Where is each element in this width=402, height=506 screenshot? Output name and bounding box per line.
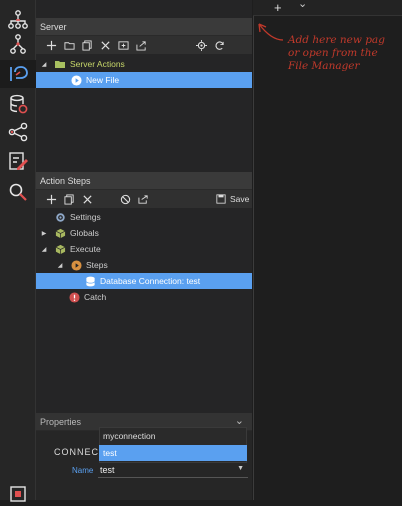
server-tree-empty — [36, 88, 252, 172]
tree-label: Server Actions — [70, 59, 125, 69]
tree-item-catch[interactable]: Catch — [36, 289, 252, 305]
tree-label: Settings — [70, 212, 101, 222]
tree-label: Globals — [70, 228, 99, 238]
play-icon — [70, 74, 82, 86]
import-icon[interactable] — [114, 36, 132, 54]
folder-open-icon — [54, 58, 66, 70]
save-button[interactable]: Save — [216, 190, 249, 208]
tree-label: Catch — [84, 292, 107, 302]
copy-step-icon[interactable] — [60, 190, 78, 208]
editor-area — [253, 0, 402, 500]
app-sidebar — [0, 0, 36, 502]
add-tab-icon[interactable]: + — [274, 0, 282, 15]
add-icon[interactable] — [42, 36, 60, 54]
steps-panel-title: Action Steps — [36, 172, 252, 190]
export-step-icon[interactable] — [134, 190, 152, 208]
server-toolbar — [36, 36, 252, 54]
editor-tab-strip: + ⌄ — [253, 0, 402, 16]
tree-item-execute[interactable]: ◢ Execute — [36, 241, 252, 257]
properties-label: Properties — [40, 417, 82, 427]
refresh-icon[interactable] — [210, 36, 228, 54]
chevron-down-icon[interactable]: ⌄ — [298, 0, 307, 12]
delete-step-icon[interactable] — [78, 190, 96, 208]
edit-icon[interactable] — [4, 147, 32, 175]
database-icon[interactable] — [4, 90, 32, 118]
routes-icon[interactable] — [4, 30, 32, 58]
caret-icon[interactable]: ▶ — [40, 230, 48, 237]
tree-label: Steps — [86, 260, 108, 270]
tree-item-server-actions[interactable]: ◢ Server Actions — [36, 56, 252, 72]
gear-icon — [54, 211, 66, 223]
copy-icon[interactable] — [78, 36, 96, 54]
name-select-value: test — [100, 465, 115, 475]
search-icon[interactable] — [4, 178, 32, 206]
hint-arrow-icon — [258, 23, 284, 41]
tree-item-settings[interactable]: Settings — [36, 209, 252, 225]
disable-step-icon[interactable] — [116, 190, 134, 208]
cube-icon — [54, 227, 66, 239]
dropdown-arrow-icon[interactable]: ▼ — [237, 465, 244, 472]
dropdown-option-myconnection[interactable]: myconnection — [99, 428, 247, 444]
bottom-icon[interactable] — [4, 478, 32, 506]
folder-icon[interactable] — [60, 36, 78, 54]
tree-label: Database Connection: test — [100, 276, 201, 286]
name-field-label: Name — [72, 466, 94, 475]
save-label: Save — [230, 194, 250, 204]
dropdown-option-test[interactable]: test — [99, 445, 247, 461]
error-icon — [68, 291, 80, 303]
database-small-icon — [84, 275, 96, 287]
tree-label: Execute — [70, 244, 101, 254]
panels-column: Server ◢ Server Actions New File Action … — [36, 0, 252, 500]
server-panel-title: Server — [36, 18, 252, 36]
add-step-icon[interactable] — [42, 190, 60, 208]
server-connect-icon[interactable] — [0, 60, 36, 88]
settings-gear-icon[interactable] — [192, 36, 210, 54]
steps-toolbar: Save — [36, 190, 252, 208]
save-icon — [216, 194, 226, 204]
name-select[interactable]: test ▼ — [98, 462, 248, 478]
tree-item-database-connection[interactable]: Database Connection: test — [36, 273, 252, 289]
caret-icon[interactable]: ◢ — [40, 61, 48, 68]
caret-icon[interactable]: ◢ — [40, 246, 48, 253]
delete-icon[interactable] — [96, 36, 114, 54]
tree-item-globals[interactable]: ▶ Globals — [36, 225, 252, 241]
connection-section-label: CONNECT — [54, 447, 106, 457]
hint-annotation: Add here new pag or open from the File M… — [288, 34, 385, 72]
caret-icon[interactable]: ◢ — [56, 262, 64, 269]
tree-label: New File — [86, 75, 120, 85]
play-circle-icon — [70, 259, 82, 271]
share-icon[interactable] — [4, 118, 32, 146]
tree-item-steps[interactable]: ◢ Steps — [36, 257, 252, 273]
export-icon[interactable] — [132, 36, 150, 54]
tree-item-new-file[interactable]: New File — [36, 72, 252, 88]
cube-icon — [54, 243, 66, 255]
